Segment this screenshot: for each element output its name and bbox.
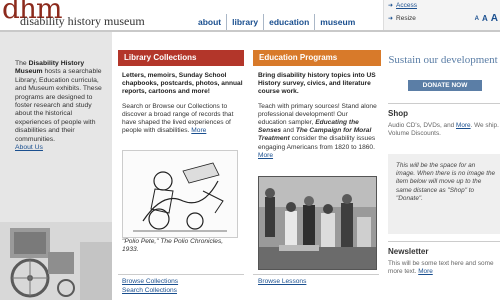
utility-panel: ➜ Access ➜ Resize A A A <box>383 0 500 30</box>
arrow-right-icon: ➜ <box>388 3 394 9</box>
shop-heading: Shop <box>388 109 408 118</box>
education-and: and <box>282 127 294 135</box>
polio-caption: "Polio Pete," The Polio Chronicles, 1933… <box>122 238 224 253</box>
resize-row: ➜ Resize A A A <box>388 13 498 24</box>
donate-box: Sustain our development DONATE NOW <box>388 50 500 95</box>
browse-collections-link[interactable]: Browse Collections <box>122 278 178 285</box>
right-divider <box>388 103 500 104</box>
shop-more-link[interactable]: More <box>456 122 471 129</box>
arrow-right-icon: ➜ <box>388 16 394 22</box>
about-us-link[interactable]: About Us <box>15 144 105 152</box>
education-description: Teach with primary sources! Stand alone … <box>258 103 378 160</box>
education-programs-heading[interactable]: Education Programs <box>253 50 381 66</box>
site-header: dhm disability history museum about libr… <box>0 0 500 30</box>
newsletter-body: This will be some text here and some mor… <box>388 260 494 275</box>
access-link[interactable]: Access <box>396 2 417 9</box>
polio-pete-cartoon[interactable] <box>122 150 238 238</box>
image-placeholder: This will be the space for an image. Whe… <box>388 154 500 234</box>
newsletter-text: This will be some text here and some mor… <box>388 260 500 276</box>
nav-education[interactable]: education <box>263 14 314 30</box>
library-intro: Letters, memoirs, Sunday School chapbook… <box>122 72 243 96</box>
education-intro: Bring disability history topics into US … <box>258 72 376 96</box>
education-programs-body: Bring disability history topics into US … <box>258 72 378 166</box>
text-size-medium-button[interactable]: A <box>482 14 488 23</box>
browse-lessons-link[interactable]: Browse Lessons <box>258 278 306 285</box>
intro-lead: The <box>15 60 27 67</box>
newsletter-heading: Newsletter <box>388 247 429 256</box>
intro-text: The Disability History Museum hosts a se… <box>15 60 105 152</box>
left-sidebar: The Disability History Museum hosts a se… <box>0 32 112 300</box>
education-divider <box>253 274 379 275</box>
text-size-small-button[interactable]: A <box>475 16 479 22</box>
placeholder-text: This will be the space for an image. Whe… <box>396 162 496 202</box>
nav-about[interactable]: about <box>193 14 226 30</box>
right-divider <box>388 241 500 242</box>
classroom-photo[interactable] <box>258 176 377 270</box>
education-links: Browse Lessons <box>258 278 306 287</box>
library-links: Browse Collections Search Collections <box>122 278 178 295</box>
resize-label: Resize <box>396 15 416 22</box>
shop-text: Audio CD's, DVDs, and More. We ship. Vol… <box>388 122 500 138</box>
access-row: ➜ Access <box>388 2 417 9</box>
donate-now-button[interactable]: DONATE NOW <box>408 80 482 91</box>
search-collections-link[interactable]: Search Collections <box>122 287 177 294</box>
site-title[interactable]: disability history museum <box>20 14 145 29</box>
sustain-headline: Sustain our development <box>388 54 498 66</box>
wheelchair-photo <box>0 222 112 300</box>
library-more-link[interactable]: More <box>191 127 206 134</box>
library-collections-heading[interactable]: Library Collections <box>118 50 244 66</box>
intro-body: hosts a searchable Library, Education cu… <box>15 68 102 143</box>
library-description: Search or Browse our Collections to disc… <box>122 103 244 136</box>
text-size-large-button[interactable]: A <box>491 13 498 24</box>
education-more-link[interactable]: More <box>258 152 273 159</box>
nav-museum[interactable]: museum <box>314 14 360 30</box>
nav-library[interactable]: library <box>226 14 263 30</box>
library-divider <box>118 274 244 275</box>
library-text: Search or Browse our Collections to disc… <box>122 102 234 135</box>
newsletter-more-link[interactable]: More <box>418 268 433 275</box>
library-collections-body: Letters, memoirs, Sunday School chapbook… <box>122 72 244 141</box>
shop-text-start: Audio CD's, DVDs, and <box>388 122 455 129</box>
